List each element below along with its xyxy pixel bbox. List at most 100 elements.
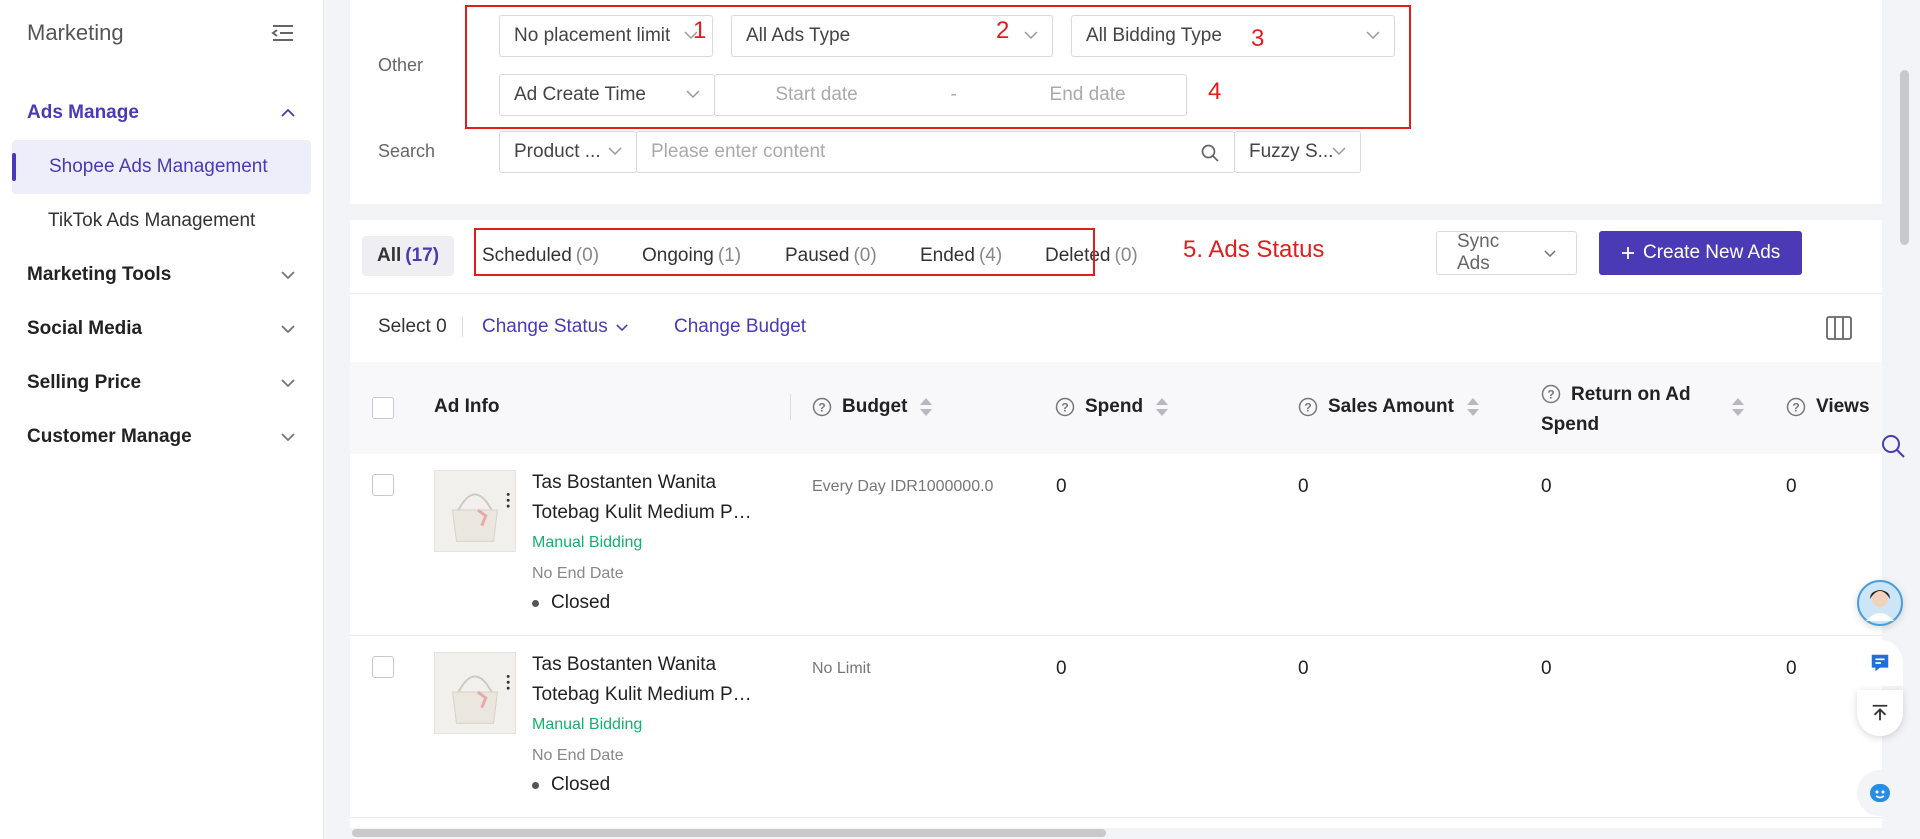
status-text: Closed (551, 774, 611, 795)
product-name-line1: Tas Bostanten Wanita (532, 472, 717, 493)
question-icon: ? (1055, 397, 1075, 417)
sidebar-group-marketing-tools[interactable]: Marketing Tools (0, 248, 323, 302)
table-toolbar: Select 0 Change Status Change Budget (350, 294, 1882, 362)
header-return-on-ad-spend[interactable]: ? Return on Ad Spend (1541, 380, 1745, 440)
row-checkbox[interactable] (372, 656, 394, 678)
chat-icon (1871, 654, 1889, 672)
chevron-down-icon (281, 325, 295, 334)
search-field-select[interactable]: Product ... (499, 131, 637, 173)
sidebar-item-tiktok-ads[interactable]: TikTok Ads Management (0, 194, 323, 248)
question-icon: ? (1298, 397, 1318, 417)
create-new-ads-label: Create New Ads (1643, 242, 1781, 263)
search-icon[interactable] (1880, 433, 1906, 459)
svg-text:?: ? (1061, 401, 1068, 415)
selected-count: Select 0 (378, 316, 447, 337)
tab-all[interactable]: All (17) (362, 236, 455, 276)
column-divider (790, 394, 791, 420)
chat-button[interactable] (1857, 640, 1903, 686)
header-sales-amount[interactable]: ? Sales Amount (1298, 396, 1480, 418)
product-thumbnail (434, 652, 516, 734)
bag-image-icon (452, 492, 510, 542)
search-icon[interactable] (1200, 143, 1220, 163)
table-row[interactable]: Tas Bostanten Wanita Totebag Kulit Mediu… (350, 454, 1882, 636)
sidebar-group-ads-manage[interactable]: Ads Manage (0, 86, 323, 140)
bag-image-icon (452, 674, 510, 724)
views-value: 0 (1786, 476, 1797, 497)
support-icon (1870, 784, 1890, 802)
sidebar-group-customer-manage[interactable]: Customer Manage (0, 410, 323, 464)
sync-ads-label: Sync Ads (1457, 231, 1500, 274)
chevron-down-icon (281, 271, 295, 280)
toolbar-divider (462, 317, 463, 337)
end-date: No End Date (532, 565, 624, 582)
sidebar-item-shopee-ads[interactable]: Shopee Ads Management (12, 140, 311, 194)
sidebar-group-selling-price[interactable]: Selling Price (0, 356, 323, 410)
header-budget[interactable]: ? Budget (812, 396, 933, 418)
search-mode-value: Fuzzy S... (1249, 141, 1334, 162)
annotation-box-filters (465, 5, 1411, 129)
scrollbar-thumb[interactable] (352, 829, 1106, 837)
tab-count: (17) (405, 245, 440, 266)
chevron-down-icon (1544, 249, 1556, 257)
change-status-button[interactable]: Change Status (482, 316, 628, 338)
sidebar-group-label: Social Media (27, 318, 143, 339)
status-text: Closed (551, 592, 611, 613)
avatar[interactable] (1857, 580, 1903, 626)
vertical-scrollbar[interactable] (1900, 70, 1909, 245)
header-views[interactable]: ? Views (1786, 396, 1870, 418)
header-label: Return on Ad (1571, 384, 1691, 405)
views-value: 0 (1786, 658, 1797, 679)
back-to-top-button[interactable] (1857, 690, 1903, 736)
row-checkbox[interactable] (372, 474, 394, 496)
status-dot (532, 599, 539, 607)
product-name-line1: Tas Bostanten Wanita (532, 654, 717, 675)
svg-text:?: ? (818, 401, 825, 415)
product-name-line2: Totebag Kulit Medium Pol... (532, 684, 762, 705)
search-label: Search (378, 141, 436, 161)
header-label: Views (1816, 396, 1870, 417)
change-status-label: Change Status (482, 316, 608, 337)
sidebar-item-label: Shopee Ads Management (49, 156, 268, 177)
annotation-box-status (474, 228, 1095, 276)
chevron-up-icon (281, 108, 295, 117)
search-input[interactable]: Please enter content (636, 131, 1235, 173)
table-row[interactable]: Tas Bostanten Wanita Totebag Kulit Mediu… (350, 636, 1882, 818)
bidding-type: Manual Bidding (532, 534, 643, 551)
menu-collapse-icon[interactable] (271, 23, 295, 43)
spend-value: 0 (1056, 476, 1067, 497)
budget-value: No Limit (812, 660, 871, 677)
select-all-checkbox[interactable] (372, 397, 394, 419)
sidebar-group-social-media[interactable]: Social Media (0, 302, 323, 356)
sort-icon[interactable] (919, 397, 933, 417)
sidebar-group-label: Customer Manage (27, 426, 192, 447)
chevron-down-icon (281, 379, 295, 388)
back-to-top-icon (1872, 704, 1888, 721)
sort-icon[interactable] (1466, 397, 1480, 417)
horizontal-scrollbar[interactable] (350, 828, 1882, 839)
tab-label: All (377, 245, 402, 266)
plus-icon (1622, 247, 1634, 259)
sidebar-group-label: Marketing Tools (27, 264, 172, 285)
columns-icon[interactable] (1826, 316, 1852, 340)
status-badge: Closed (532, 774, 610, 796)
support-button[interactable] (1857, 770, 1903, 816)
chevron-down-icon (616, 323, 628, 331)
chevron-down-icon (608, 147, 622, 156)
header-spend[interactable]: ? Spend (1055, 396, 1169, 418)
sort-icon[interactable] (1731, 397, 1745, 417)
create-new-ads-button[interactable]: Create New Ads (1599, 231, 1803, 275)
sort-icon[interactable] (1155, 397, 1169, 417)
header-label: Spend (1085, 396, 1144, 417)
question-icon: ? (812, 397, 832, 417)
search-mode-select[interactable]: Fuzzy S... (1234, 131, 1361, 173)
change-budget-button[interactable]: Change Budget (674, 316, 806, 338)
roas-value: 0 (1541, 658, 1552, 679)
header-label-line2: Spend (1541, 414, 1600, 435)
product-name[interactable]: Tas Bostanten Wanita Totebag Kulit Mediu… (532, 650, 762, 710)
annotation-1: 1 (693, 17, 707, 44)
annotation-3: 3 (1251, 25, 1265, 52)
header-label: Sales Amount (1328, 396, 1454, 417)
product-name[interactable]: Tas Bostanten Wanita Totebag Kulit Mediu… (532, 468, 762, 528)
end-date: No End Date (532, 747, 624, 764)
sync-ads-button[interactable]: Sync Ads (1436, 231, 1577, 275)
